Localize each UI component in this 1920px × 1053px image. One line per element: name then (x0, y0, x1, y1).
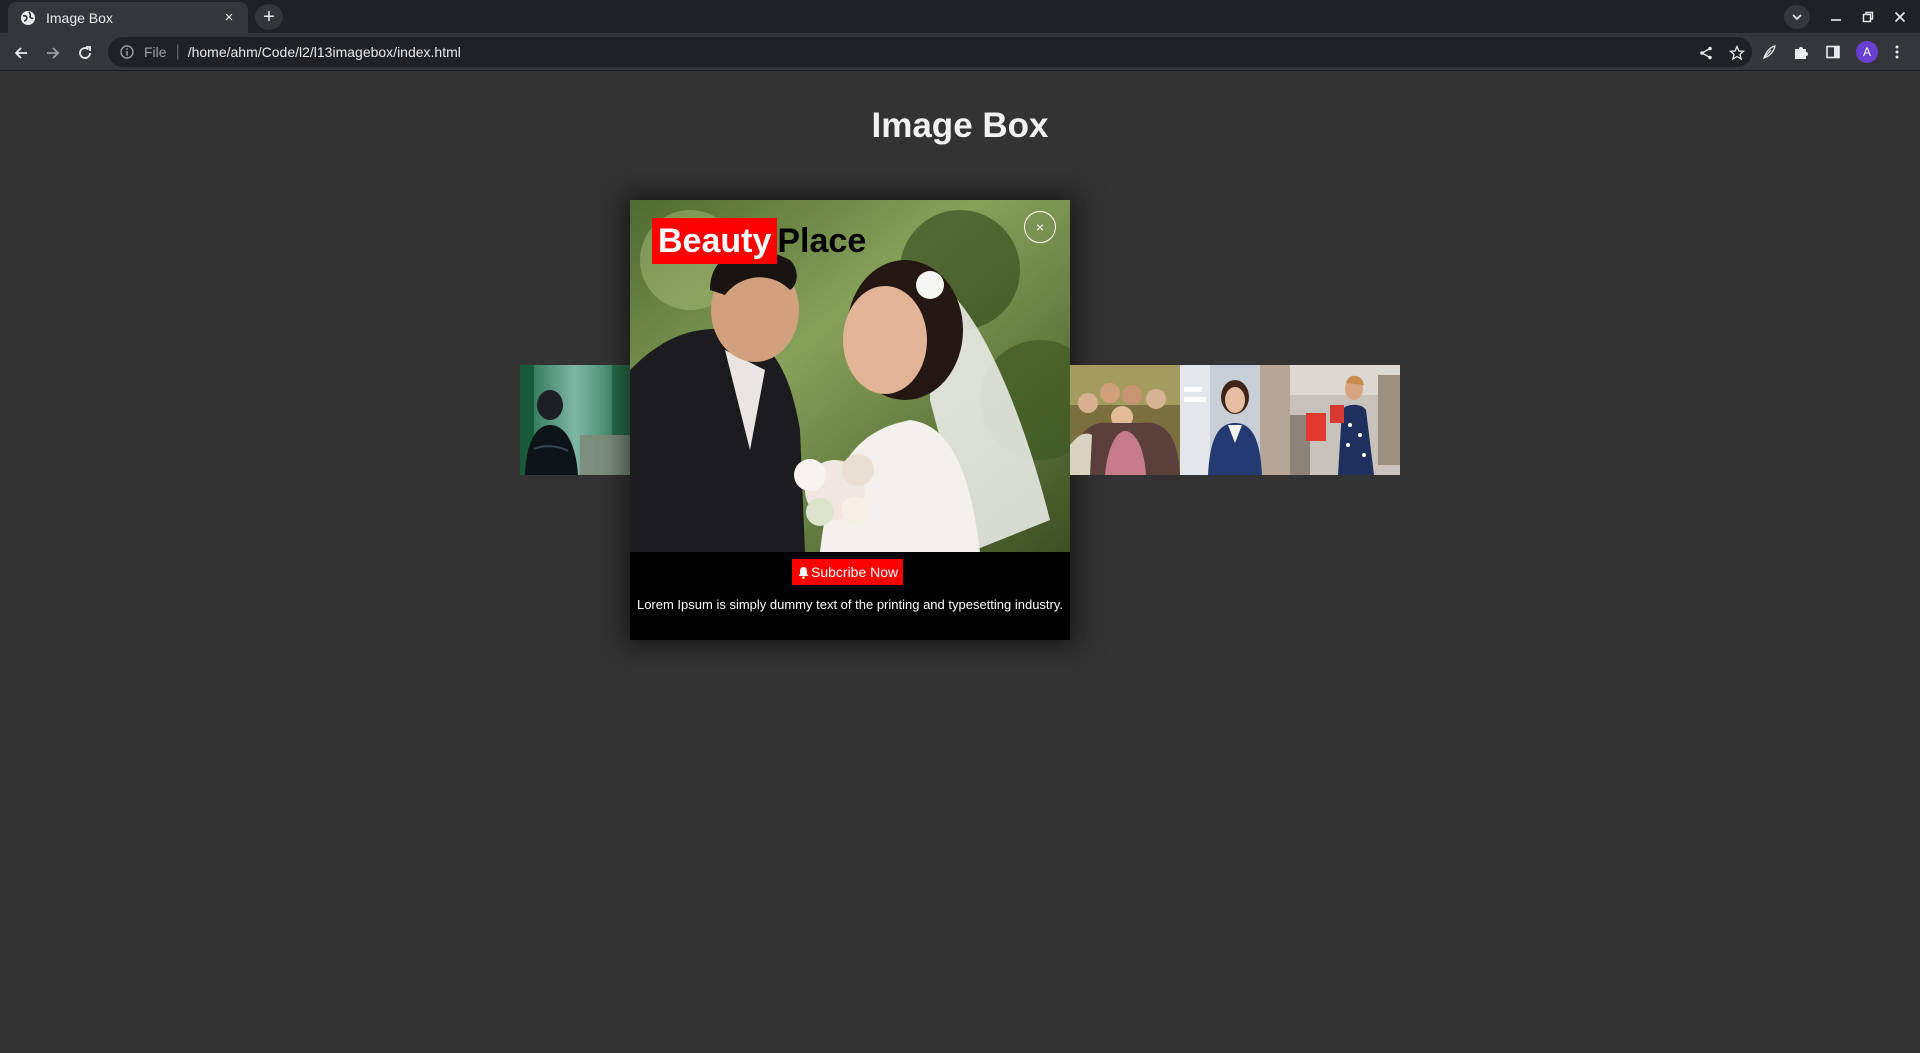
info-icon[interactable] (118, 43, 136, 61)
page-title: Image Box (871, 106, 1049, 145)
brand-heading: Beauty Place (652, 218, 866, 264)
browser-tab[interactable]: Image Box × (8, 2, 248, 33)
minimize-icon (1831, 19, 1841, 21)
subscribe-label: Subcribe Now (811, 564, 899, 580)
back-button[interactable] (9, 41, 33, 65)
close-icon (1894, 11, 1906, 23)
subscribe-button[interactable]: Subcribe Now (792, 559, 904, 585)
new-tab-button[interactable]: + (255, 4, 283, 30)
forward-button[interactable] (41, 41, 65, 65)
chevron-down-icon (1792, 14, 1802, 21)
globe-icon (20, 10, 36, 26)
brand-rest: Place (777, 222, 867, 260)
bookmark-star-icon[interactable] (1728, 44, 1746, 62)
tab-title: Image Box (46, 9, 113, 26)
browser-toolbar: File | /home/ahm/Code/l2/l13imagebox/ind… (0, 33, 1920, 71)
profile-avatar[interactable]: A (1856, 41, 1878, 63)
image-modal: Beauty Place × Subcribe Now Lorem Ipsum … (630, 200, 1070, 640)
url-text[interactable]: /home/ahm/Code/l2/l13imagebox/index.html (188, 44, 461, 60)
thumbnail-businesswoman[interactable] (1180, 365, 1290, 475)
extension-feather-icon[interactable] (1759, 42, 1779, 62)
extensions-puzzle-icon[interactable] (1791, 42, 1811, 62)
thumbnail-group-friends[interactable] (1070, 365, 1180, 475)
url-scheme: File (144, 44, 167, 60)
minimize-button[interactable] (1825, 6, 1847, 28)
reload-icon (79, 46, 91, 59)
tab-close-button[interactable]: × (220, 9, 238, 26)
restore-icon (1862, 11, 1874, 23)
modal-footer: Subcribe Now Lorem Ipsum is simply dummy… (630, 552, 1070, 640)
page-viewport: Image Box Beauty Place × Subcribe Now Lo… (0, 72, 1920, 1053)
address-bar[interactable]: File | /home/ahm/Code/l2/l13imagebox/ind… (108, 37, 1752, 67)
browser-tab-bar: Image Box × + (0, 0, 1920, 33)
modal-close-button[interactable]: × (1024, 211, 1056, 243)
arrow-left-icon (14, 47, 27, 59)
reload-button[interactable] (73, 41, 97, 65)
thumbnail-man-forest[interactable] (520, 365, 630, 475)
kebab-menu-icon[interactable] (1887, 42, 1907, 62)
close-window-button[interactable] (1889, 6, 1911, 28)
side-panel-icon[interactable] (1823, 42, 1843, 62)
tab-search-button[interactable] (1784, 5, 1810, 29)
url-separator: | (175, 43, 180, 60)
restore-button[interactable] (1857, 6, 1879, 28)
modal-description: Lorem Ipsum is simply dummy text of the … (636, 597, 1064, 612)
arrow-right-icon (47, 47, 60, 59)
brand-highlight: Beauty (652, 218, 778, 264)
share-icon[interactable] (1697, 44, 1715, 62)
thumbnail-shopping-woman[interactable] (1290, 365, 1400, 475)
bell-icon (797, 566, 810, 579)
